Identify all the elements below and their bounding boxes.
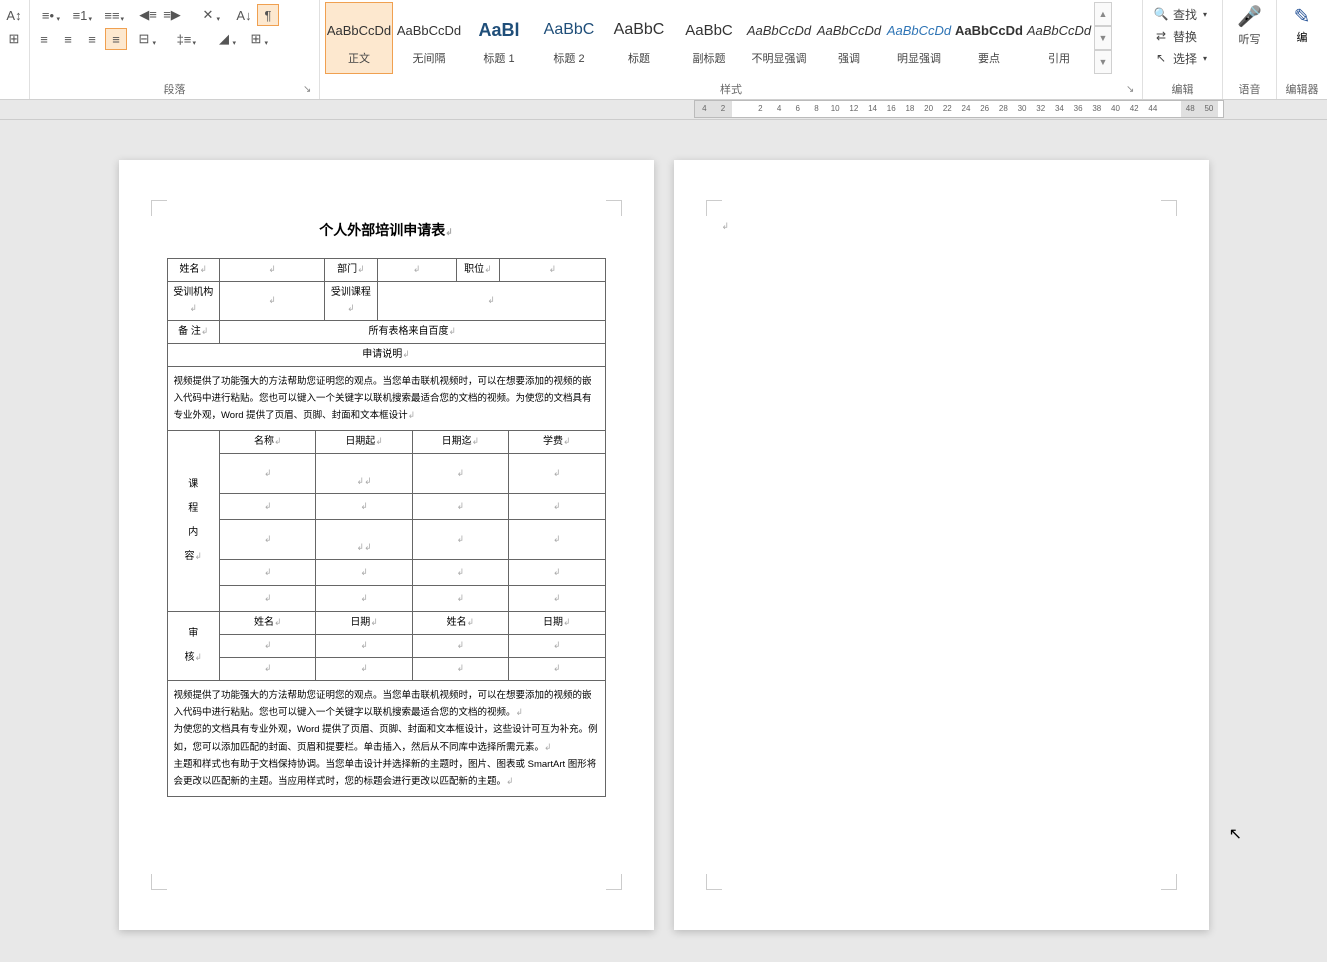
editor-group: ✎ 编 编辑器 (1277, 0, 1327, 99)
style-gallery: AaBbCcDd正文 AaBbCcDd无间隔 AaBl标题 1 AaBbC标题 … (324, 2, 1094, 74)
mic-icon: 🎤 (1237, 4, 1262, 29)
textbox-group: A↕ ⊞ (0, 0, 30, 99)
ribbon: A↕ ⊞ ≡• ≡1 ≡≡ ◀≡ ≡▶ ✕ A↓ ¶ ≡ ≡ ≡ (0, 0, 1327, 100)
edit-group: 🔍查找▾ ⇄替换 ↖选择▾ 编辑 (1143, 0, 1223, 99)
style-subtle-emphasis[interactable]: AaBbCcDd不明显强调 (745, 2, 813, 74)
workspace[interactable]: 个人外部培训申请表 姓名 部门 职位 受训机构 受训课程 备 (0, 120, 1327, 962)
crop-mark (1161, 874, 1177, 890)
table-row (167, 586, 605, 612)
sort-btn[interactable]: A↓ (233, 4, 255, 26)
style-scroll-down[interactable]: ▼ (1094, 26, 1112, 50)
editor-btn[interactable]: ✎ 编 (1277, 0, 1327, 49)
styles-expand[interactable]: ↘ (1126, 84, 1138, 96)
table-row (167, 635, 605, 658)
shading-btn[interactable]: ◢ (209, 28, 239, 50)
asian-layout-btn[interactable]: ✕ (193, 4, 223, 26)
crop-mark (706, 874, 722, 890)
editor-label: 编辑器 (1277, 81, 1327, 97)
align-center-btn[interactable]: ≡ (57, 28, 79, 50)
horizontal-ruler[interactable]: 4 2 2 4 6 8 10 12 14 16 18 20 22 24 26 2… (694, 100, 1224, 118)
table-row: 视频提供了功能强大的方法帮助您证明您的观点。当您单击联机视频时，可以在想要添加的… (167, 681, 605, 797)
paragraph-group: ≡• ≡1 ≡≡ ◀≡ ≡▶ ✕ A↓ ¶ ≡ ≡ ≡ ≡ ⊟ ‡≡ (30, 0, 320, 99)
ruler-area: 4 2 2 4 6 8 10 12 14 16 18 20 22 24 26 2… (0, 100, 1327, 120)
paragraph-label: 段落 (30, 81, 319, 97)
style-normal[interactable]: AaBbCcDd正文 (325, 2, 393, 74)
style-scroll-up[interactable]: ▲ (1094, 2, 1112, 26)
style-scroll-more[interactable]: ▼ (1094, 50, 1112, 74)
crop-mark (151, 200, 167, 216)
number-list-btn[interactable]: ≡1 (65, 4, 95, 26)
indent-increase-btn[interactable]: ≡▶ (161, 4, 183, 26)
style-strong[interactable]: AaBbCcDd要点 (955, 2, 1023, 74)
bullet-list-btn[interactable]: ≡• (33, 4, 63, 26)
search-icon: 🔍 (1153, 7, 1169, 21)
indent-decrease-btn[interactable]: ◀≡ (137, 4, 159, 26)
style-title[interactable]: AaBbC标题 (605, 2, 673, 74)
align-left-btn[interactable]: ≡ (33, 28, 55, 50)
table-row (167, 454, 605, 494)
crop-mark (706, 200, 722, 216)
align-right-btn[interactable]: ≡ (81, 28, 103, 50)
review-table[interactable]: 审核 姓名 日期 姓名 日期 视频提供了功能强大的方法帮助您证明您的观点。当您单… (167, 611, 606, 797)
crop-mark (606, 200, 622, 216)
style-heading2[interactable]: AaBbC标题 2 (535, 2, 603, 74)
crop-mark (1161, 200, 1177, 216)
course-table[interactable]: 课程内容 名称 日期起 日期迄 学费 (167, 430, 606, 612)
table-row (167, 560, 605, 586)
find-btn[interactable]: 🔍查找▾ (1153, 4, 1212, 24)
table-row: 视频提供了功能强大的方法帮助您证明您的观点。当您单击联机视频时，可以在想要添加的… (167, 367, 605, 431)
table-row (167, 658, 605, 681)
table-row: 姓名 部门 职位 (167, 259, 605, 282)
align-justify-btn[interactable]: ≡ (105, 28, 127, 50)
doc-title[interactable]: 个人外部培训申请表 (167, 220, 606, 240)
editor-icon: ✎ (1294, 4, 1311, 29)
char-border-btn[interactable]: ⊞ (3, 28, 25, 50)
style-nospacing[interactable]: AaBbCcDd无间隔 (395, 2, 463, 74)
crop-mark (151, 874, 167, 890)
paragraph-expand[interactable]: ↘ (303, 84, 315, 96)
replace-btn[interactable]: ⇄替换 (1153, 26, 1212, 46)
align-distribute-btn[interactable]: ⊟ (129, 28, 159, 50)
page-1[interactable]: 个人外部培训申请表 姓名 部门 职位 受训机构 受训课程 备 (119, 160, 654, 930)
edit-label: 编辑 (1143, 81, 1222, 97)
style-emphasis[interactable]: AaBbCcDd强调 (815, 2, 883, 74)
form-table[interactable]: 姓名 部门 职位 受训机构 受训课程 备 注 所有表格来自百度 (167, 258, 606, 431)
dictate-btn[interactable]: 🎤 听写 (1223, 0, 1276, 51)
show-marks-btn[interactable]: ¶ (257, 4, 279, 26)
voice-label: 语音 (1223, 81, 1276, 97)
line-spacing-btn[interactable]: ‡≡ (169, 28, 199, 50)
select-btn[interactable]: ↖选择▾ (1153, 48, 1212, 68)
cursor-icon: ↖ (1153, 51, 1169, 65)
table-row (167, 520, 605, 560)
table-row: 备 注 所有表格来自百度 (167, 321, 605, 344)
style-heading1[interactable]: AaBl标题 1 (465, 2, 533, 74)
crop-mark (606, 874, 622, 890)
styles-group: AaBbCcDd正文 AaBbCcDd无间隔 AaBl标题 1 AaBbC标题 … (320, 0, 1143, 99)
page-2[interactable] (674, 160, 1209, 930)
table-row: 申请说明 (167, 344, 605, 367)
table-row (167, 494, 605, 520)
table-row: 课程内容 名称 日期起 日期迄 学费 (167, 431, 605, 454)
style-quote[interactable]: AaBbCcDd引用 (1025, 2, 1093, 74)
style-scroll: ▲ ▼ ▼ (1094, 2, 1112, 74)
empty-para[interactable] (722, 220, 1161, 232)
styles-label: 样式 (320, 81, 1142, 97)
text-direction-btn[interactable]: A↕ (3, 4, 25, 26)
voice-group: 🎤 听写 语音 (1223, 0, 1277, 99)
table-row: 受训机构 受训课程 (167, 282, 605, 321)
table-row: 审核 姓名 日期 姓名 日期 (167, 612, 605, 635)
borders-btn[interactable]: ⊞ (241, 28, 271, 50)
style-intense-emphasis[interactable]: AaBbCcDd明显强调 (885, 2, 953, 74)
style-subtitle[interactable]: AaBbC副标题 (675, 2, 743, 74)
course-vert: 课程内容 (167, 431, 220, 612)
replace-icon: ⇄ (1153, 29, 1169, 43)
multilevel-list-btn[interactable]: ≡≡ (97, 4, 127, 26)
